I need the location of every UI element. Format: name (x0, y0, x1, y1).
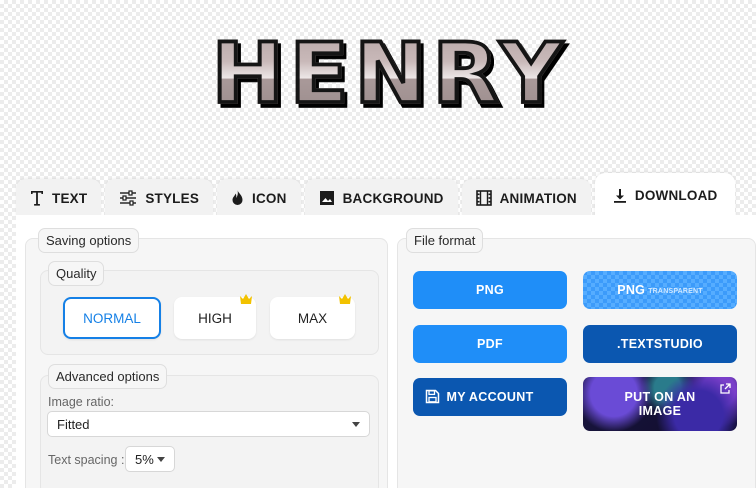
crown-icon (240, 294, 252, 304)
quality-high-label: HIGH (198, 310, 232, 326)
text-spacing-label: Text spacing : (48, 453, 125, 467)
textstudio-button[interactable]: .TEXTSTUDIO (583, 325, 737, 363)
save-icon (425, 389, 440, 404)
sliders-icon (119, 190, 137, 206)
download-icon (613, 188, 627, 203)
text-spacing-select[interactable]: 5% (125, 446, 175, 472)
quality-max-label: MAX (297, 310, 328, 326)
tab-label: TEXT (52, 190, 88, 206)
logo-text: HENRY (210, 26, 569, 123)
put-on-image-label-2: IMAGE (638, 404, 682, 418)
put-on-image-label-1: PUT ON AN (624, 390, 696, 404)
textstudio-label: .TEXTSTUDIO (617, 337, 703, 351)
quality-normal-button[interactable]: NORMAL (63, 297, 161, 339)
tab-styles[interactable]: STYLES (105, 179, 214, 217)
quality-normal-label: NORMAL (83, 310, 141, 326)
tab-text[interactable]: TEXT (16, 179, 102, 217)
flame-icon (231, 190, 244, 206)
quality-max-button[interactable]: MAX (270, 294, 355, 339)
quality-title: Quality (48, 261, 105, 286)
tab-label: BACKGROUND (342, 190, 444, 206)
tab-label: ICON (252, 190, 287, 206)
quality-high-button[interactable]: HIGH (174, 294, 256, 339)
chevron-down-icon (157, 457, 165, 462)
saving-options-title: Saving options (38, 228, 140, 253)
image-ratio-select[interactable]: Fitted (47, 411, 370, 437)
my-account-button[interactable]: MY ACCOUNT (413, 378, 567, 416)
pdf-label: PDF (477, 337, 503, 351)
tab-icon[interactable]: ICON (217, 179, 301, 217)
chevron-down-icon (352, 422, 360, 427)
tab-download[interactable]: DOWNLOAD (594, 173, 736, 217)
crown-icon (339, 294, 351, 304)
tab-label: ANIMATION (499, 190, 577, 206)
text-icon (30, 190, 44, 206)
advanced-options-title: Advanced options (48, 364, 168, 389)
png-label: PNG (476, 283, 504, 297)
png-button[interactable]: PNG (413, 271, 567, 309)
tab-label: DOWNLOAD (634, 187, 718, 203)
text-spacing-value: 5% (135, 451, 154, 467)
image-icon (319, 190, 335, 206)
download-panel: Saving options Quality NORMAL HIGH MAX A… (16, 215, 756, 488)
tab-animation[interactable]: ANIMATION (461, 179, 591, 217)
png-transparent-sublabel: TRANSPARENT (648, 288, 703, 295)
tab-background[interactable]: BACKGROUND (304, 179, 458, 217)
png-transparent-button[interactable]: PNG TRANSPARENT (583, 271, 737, 309)
external-link-icon (720, 383, 731, 394)
film-icon (475, 190, 492, 206)
image-ratio-value: Fitted (57, 416, 90, 432)
tab-label: STYLES (145, 190, 200, 206)
file-format-title: File format (406, 228, 484, 253)
png-transparent-label: PNG (617, 283, 646, 297)
pdf-button[interactable]: PDF (413, 325, 567, 363)
put-on-image-button[interactable]: PUT ON AN IMAGE (583, 377, 737, 431)
image-ratio-label: Image ratio: (48, 395, 115, 409)
my-account-label: MY ACCOUNT (446, 390, 534, 404)
tab-bar: TEXT STYLES ICON BACKGROUND ANIMATION DO… (16, 173, 756, 217)
logo: HENRY (160, 22, 620, 126)
